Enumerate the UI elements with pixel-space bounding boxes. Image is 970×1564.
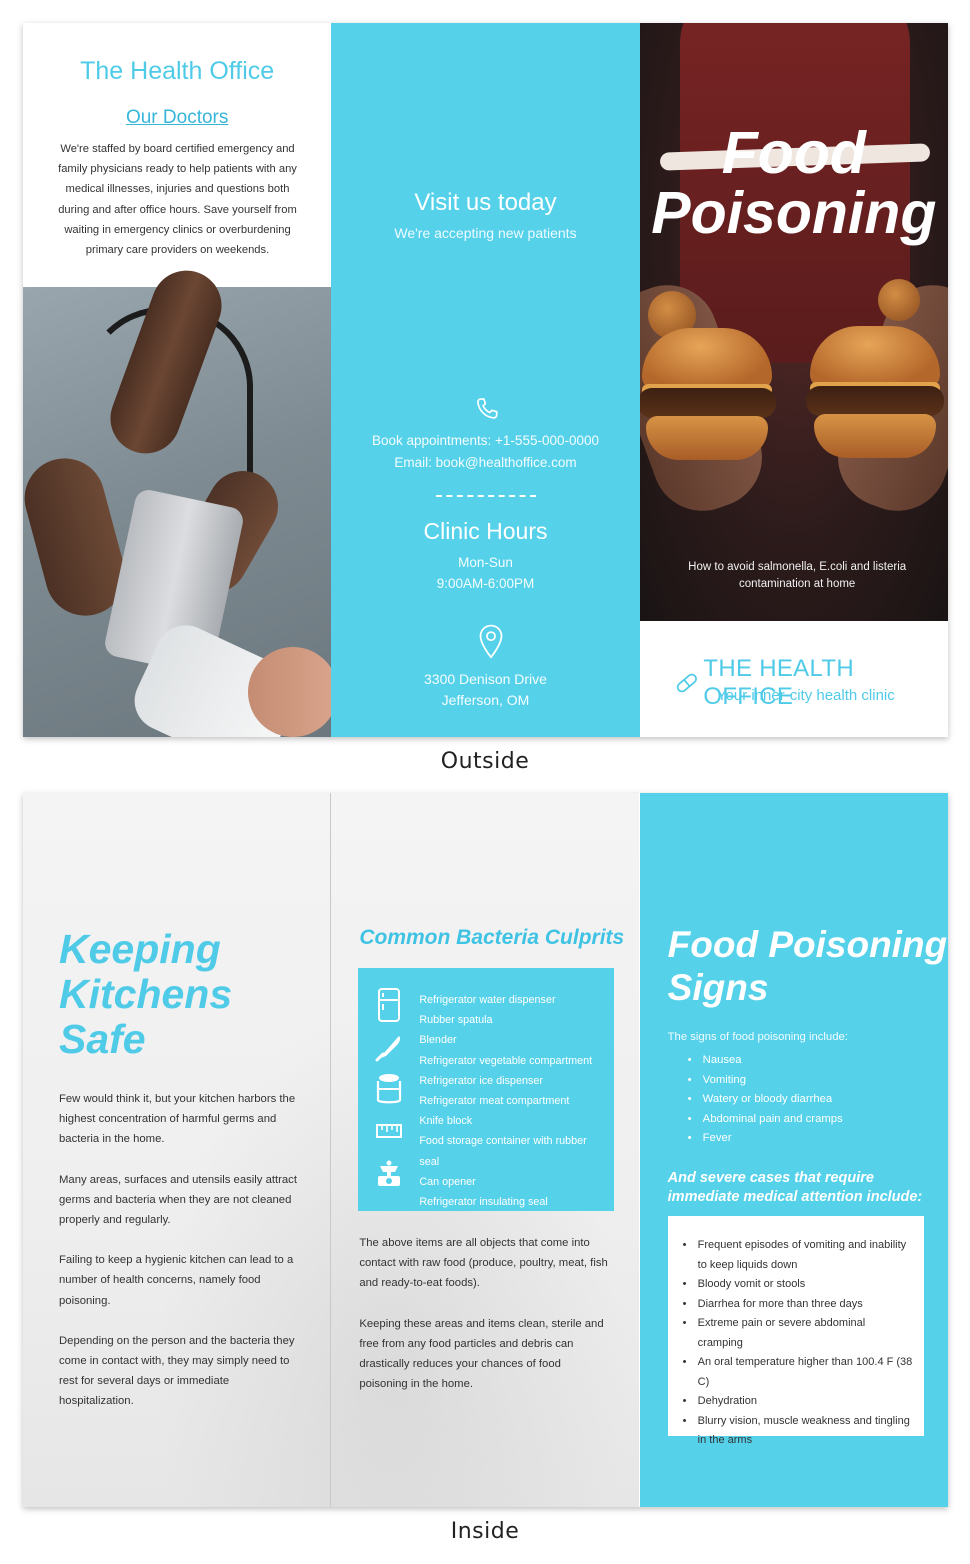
scale-icon xyxy=(374,1154,404,1192)
outside-panel-contact: Visit us today We're accepting new patie… xyxy=(331,23,640,737)
list-item: Knife block xyxy=(419,1115,473,1128)
signs-title-line-1: Food Poisoning xyxy=(667,924,948,965)
paragraph: Few would think it, but your kitchen har… xyxy=(59,1093,296,1146)
kitchens-body: Few would think it, but your kitchen har… xyxy=(59,1089,304,1432)
brand-tagline: Your inner-city health clinic xyxy=(716,687,895,704)
severe-heading: And severe cases that require immediate … xyxy=(667,1170,923,1205)
refrigerator-icon xyxy=(374,986,404,1024)
list-item: An oral temperature higher than 100.4 F … xyxy=(683,1353,913,1392)
dashed-divider xyxy=(436,495,537,497)
list-item: Can opener xyxy=(419,1175,476,1188)
paragraph: Many areas, surfaces and utensils easily… xyxy=(59,1173,297,1227)
contact-info: Book appointments: +1-555-000-0000 Email… xyxy=(331,430,639,474)
paragraph: The above items are all objects that com… xyxy=(359,1237,608,1290)
signs-title-line-2: Signs xyxy=(667,967,769,1008)
visit-subheading: We're accepting new patients xyxy=(394,225,577,241)
list-item: Rubber spatula xyxy=(419,1014,493,1027)
signs-intro: The signs of food poisoning include: xyxy=(667,1031,848,1043)
kitchens-title: Keeping Kitchens Safe xyxy=(59,927,232,1062)
bacteria-body: The above items are all objects that com… xyxy=(359,1233,609,1414)
inside-caption: Inside xyxy=(450,1519,520,1544)
list-item: Refrigerator ice dispenser xyxy=(419,1074,543,1087)
list-item: Bloody vomit or stools xyxy=(683,1275,913,1295)
email-line[interactable]: Email: book@healthoffice.com xyxy=(331,452,639,474)
blood-pressure-photo xyxy=(23,260,332,737)
signs-title: Food Poisoning Signs xyxy=(668,923,948,1009)
food-container-icon xyxy=(374,1070,404,1108)
inside-sheet: Keeping Kitchens Safe Few would think it… xyxy=(23,793,948,1507)
burger-photo: Food Poisoning How to avoid salmonella, … xyxy=(639,23,948,621)
culprit-icons xyxy=(374,986,408,1196)
kitchens-title-line-1: Keeping xyxy=(59,926,221,972)
list-item: Frequent episodes of vomiting and inabil… xyxy=(683,1236,913,1275)
cover-title-line-2: Poisoning xyxy=(651,180,937,246)
visit-heading: Visit us today xyxy=(414,189,557,216)
inside-panel-bacteria: Common Bacteria Culprits Refrigerator wa… xyxy=(331,793,639,1507)
paragraph: Keeping these areas and items clean, ste… xyxy=(359,1317,604,1391)
list-item: Refrigerator insulating seal xyxy=(419,1196,548,1209)
doctors-section: The Health Office Our Doctors We're staf… xyxy=(23,23,331,287)
kitchens-title-line-3: Safe xyxy=(59,1016,146,1062)
list-item: Extreme pain or severe abdominal crampin… xyxy=(683,1314,913,1353)
address-line-1: 3300 Denison Drive xyxy=(424,671,547,687)
list-item: Watery or bloody diarrhea xyxy=(688,1090,843,1110)
doctors-description: We're staffed by board certified emergen… xyxy=(58,143,297,257)
outside-panel-doctors: The Health Office Our Doctors We're staf… xyxy=(23,23,332,737)
signs-list: Nausea Vomiting Watery or bloody diarrhe… xyxy=(688,1051,843,1149)
clinic-times: 9:00AM-6:00PM xyxy=(436,576,535,591)
severe-box: Frequent episodes of vomiting and inabil… xyxy=(667,1216,924,1446)
list-item: Refrigerator water dispenser xyxy=(419,994,556,1006)
cover-title: Food Poisoning xyxy=(640,123,948,243)
list-item: Abdominal pain and cramps xyxy=(688,1110,843,1130)
address-line-2: Jefferson, OM xyxy=(441,692,530,708)
kitchens-title-line-2: Kitchens xyxy=(59,971,233,1017)
photo-food-ball xyxy=(877,279,920,321)
paragraph: Failing to keep a hygienic kitchen can l… xyxy=(59,1254,294,1307)
knife-icon xyxy=(374,1028,404,1066)
culprits-list: Refrigerator water dispenser Rubber spat… xyxy=(419,990,609,1212)
clinic-hours-heading: Clinic Hours xyxy=(423,518,548,544)
burger-right xyxy=(805,326,944,466)
outside-caption: Outside xyxy=(440,749,530,774)
culprits-box: Refrigerator water dispenser Rubber spat… xyxy=(358,968,615,1212)
list-item: Nausea xyxy=(688,1051,843,1071)
list-item: Blurry vision, muscle weakness and tingl… xyxy=(683,1412,913,1451)
paragraph: Depending on the person and the bacteria… xyxy=(59,1334,295,1408)
phone-icon xyxy=(477,398,498,419)
severe-list: Frequent episodes of vomiting and inabil… xyxy=(683,1236,913,1451)
phone-line[interactable]: Book appointments: +1-555-000-0000 xyxy=(331,430,639,452)
list-item: Blender xyxy=(419,1034,457,1047)
list-item: Food storage container with rubber seal xyxy=(419,1135,587,1168)
our-doctors-link[interactable]: Our Doctors xyxy=(23,107,331,129)
list-item: Dehydration xyxy=(683,1392,913,1412)
patient-hand xyxy=(248,647,332,737)
list-item: Diarrhea for more than three days xyxy=(683,1295,913,1315)
outside-panel-cover: Food Poisoning How to avoid salmonella, … xyxy=(639,23,948,737)
inside-panel-signs: Food Poisoning Signs The signs of food p… xyxy=(639,793,948,1507)
inside-panel-kitchens: Keeping Kitchens Safe Few would think it… xyxy=(23,793,331,1507)
address: 3300 Denison Drive Jefferson, OM xyxy=(331,669,639,711)
clinic-hours: Mon-Sun 9:00AM-6:00PM xyxy=(331,552,639,594)
cover-title-line-1: Food xyxy=(721,120,866,186)
burger-left xyxy=(639,328,776,468)
outside-sheet: The Health Office Our Doctors We're staf… xyxy=(23,23,948,737)
cover-tagline: How to avoid salmonella, E.coli and list… xyxy=(688,561,907,590)
list-item: Refrigerator vegetable compartment xyxy=(419,1054,593,1067)
list-item: Fever xyxy=(688,1129,843,1149)
clinic-days: Mon-Sun xyxy=(458,555,513,570)
office-title: The Health Office xyxy=(80,57,275,85)
location-pin-icon xyxy=(479,624,503,659)
list-item: Vomiting xyxy=(688,1071,843,1091)
measuring-icon xyxy=(374,1112,404,1150)
bacteria-title: Common Bacteria Culprits xyxy=(359,926,625,949)
list-item: Refrigerator meat compartment xyxy=(419,1095,570,1108)
